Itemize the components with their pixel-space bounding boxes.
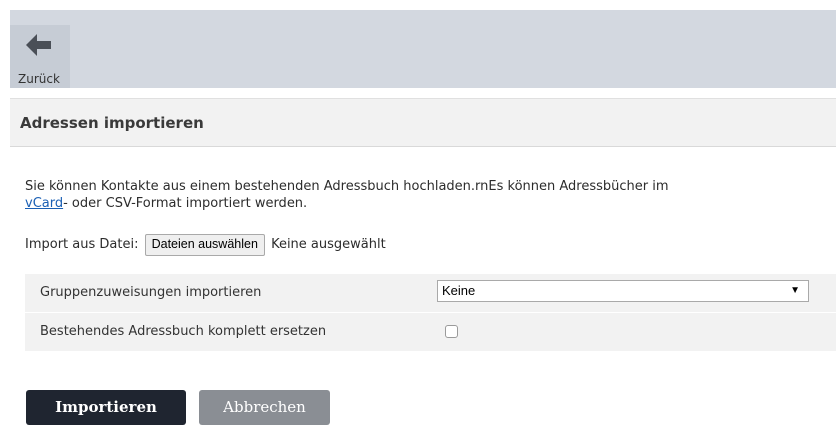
back-label: Zurück	[18, 72, 60, 86]
description-line1: Sie können Kontakte aus einem bestehende…	[25, 179, 669, 194]
back-button[interactable]: Zurück	[10, 25, 70, 88]
group-import-value: Keine	[442, 283, 476, 298]
page-title: Adressen importieren	[20, 114, 204, 132]
group-import-select[interactable]: Keine ▼	[437, 280, 809, 302]
import-button[interactable]: Importieren	[26, 390, 186, 425]
toolbar: Zurück	[10, 10, 836, 88]
replace-row: Bestehendes Adressbuch komplett ersetzen	[25, 313, 836, 351]
choose-files-button[interactable]: Dateien auswählen	[144, 233, 265, 256]
left-margin	[0, 0, 10, 425]
vcard-link[interactable]: vCard	[25, 196, 63, 211]
replace-label: Bestehendes Adressbuch komplett ersetzen	[40, 324, 327, 339]
file-import-label: Import aus Datei:	[25, 237, 139, 252]
dropdown-arrow-icon: ▼	[790, 285, 800, 296]
arrow-left-icon	[26, 34, 51, 56]
panel-header: Adressen importieren	[10, 98, 836, 147]
cancel-button[interactable]: Abbrechen	[199, 390, 330, 425]
file-status: Keine ausgewählt	[271, 237, 386, 252]
description-line2: - oder CSV-Format importiert werden.	[63, 196, 308, 211]
group-import-label: Gruppenzuweisungen importieren	[40, 285, 262, 300]
replace-checkbox[interactable]	[445, 325, 458, 338]
group-import-row: Gruppenzuweisungen importieren Keine ▼	[25, 274, 836, 312]
file-import-row: Import aus Datei: Dateien auswählen Kein…	[25, 233, 386, 257]
description: Sie können Kontakte aus einem bestehende…	[25, 178, 830, 212]
